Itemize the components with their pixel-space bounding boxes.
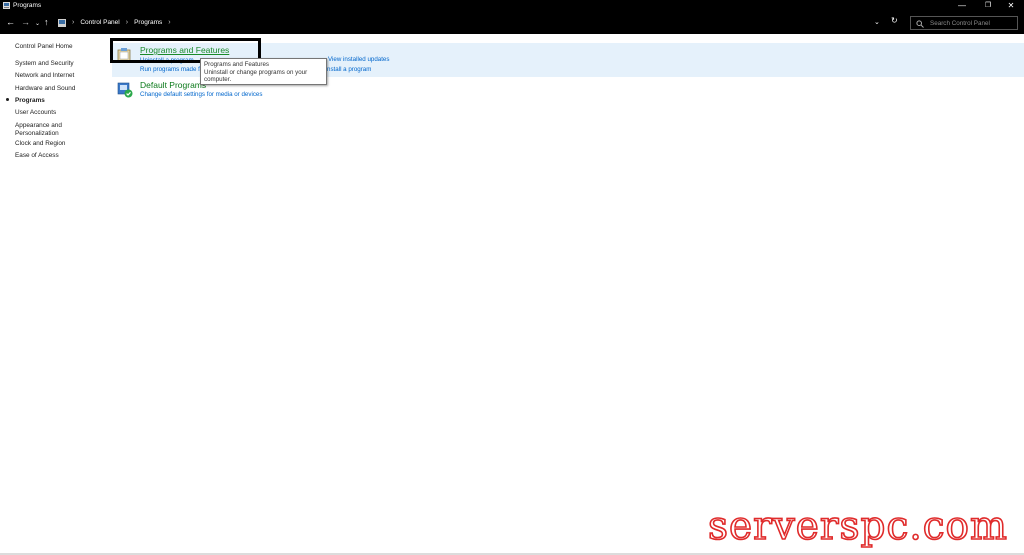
tooltip: Programs and Features Uninstall or chang…	[200, 58, 327, 85]
control-panel-icon	[58, 18, 66, 27]
address-bar-row: ← → ⌄ ↑ › Control Panel › Programs › ⌄ ↻	[0, 12, 1024, 34]
current-page-bullet	[6, 98, 9, 101]
search-box[interactable]	[910, 16, 1018, 30]
breadcrumb-programs[interactable]: Programs	[134, 19, 162, 26]
sidebar-item-network-and-internet[interactable]: Network and Internet	[15, 72, 100, 80]
window-title: Programs	[13, 1, 42, 9]
up-button[interactable]: ↑	[44, 16, 49, 28]
search-input[interactable]	[930, 18, 1016, 28]
sidebar-item-appearance-and-personalization[interactable]: Appearance and Personalization	[15, 122, 75, 138]
tooltip-body-line2: computer.	[204, 76, 232, 83]
recent-locations-button[interactable]: ⌄	[35, 18, 40, 30]
search-icon	[916, 20, 924, 28]
tooltip-title: Programs and Features	[204, 61, 269, 68]
sidebar-item-hardware-and-sound[interactable]: Hardware and Sound	[15, 85, 100, 93]
sidebar-item-ease-of-access[interactable]: Ease of Access	[15, 152, 100, 160]
breadcrumb-separator[interactable]: ›	[168, 19, 170, 26]
view-installed-updates-link[interactable]: View installed updates	[328, 56, 389, 63]
title-bar: Programs — ❐ ✕	[0, 0, 1024, 12]
change-default-settings-link[interactable]: Change default settings for media or dev…	[140, 91, 262, 98]
control-panel-icon	[3, 2, 10, 9]
default-programs-title[interactable]: Default Programs	[140, 80, 206, 90]
how-to-install-program-link[interactable]: nstall a program	[327, 66, 371, 73]
breadcrumb-control-panel[interactable]: Control Panel	[80, 19, 119, 26]
forward-button[interactable]: →	[21, 16, 30, 28]
sidebar-item-control-panel-home[interactable]: Control Panel Home	[15, 43, 100, 51]
breadcrumb: › Control Panel › Programs ›	[58, 16, 171, 29]
sidebar-item-programs[interactable]: Programs	[15, 97, 100, 105]
default-programs-icon	[117, 82, 133, 98]
sidebar-item-user-accounts[interactable]: User Accounts	[15, 109, 100, 117]
watermark: serverspc.com	[707, 503, 1009, 550]
refresh-icon[interactable]: ↻	[891, 16, 898, 25]
close-button[interactable]: ✕	[998, 0, 1024, 12]
breadcrumb-separator[interactable]: ›	[72, 19, 74, 26]
minimize-button[interactable]: —	[949, 0, 975, 12]
breadcrumb-separator[interactable]: ›	[126, 19, 128, 26]
tooltip-body-line1: Uninstall or change programs on your	[204, 68, 308, 76]
back-button[interactable]: ←	[6, 16, 15, 28]
address-dropdown-button[interactable]: ⌄	[874, 18, 880, 26]
sidebar-item-clock-and-region[interactable]: Clock and Region	[15, 140, 100, 148]
sidebar-item-system-and-security[interactable]: System and Security	[15, 60, 100, 68]
